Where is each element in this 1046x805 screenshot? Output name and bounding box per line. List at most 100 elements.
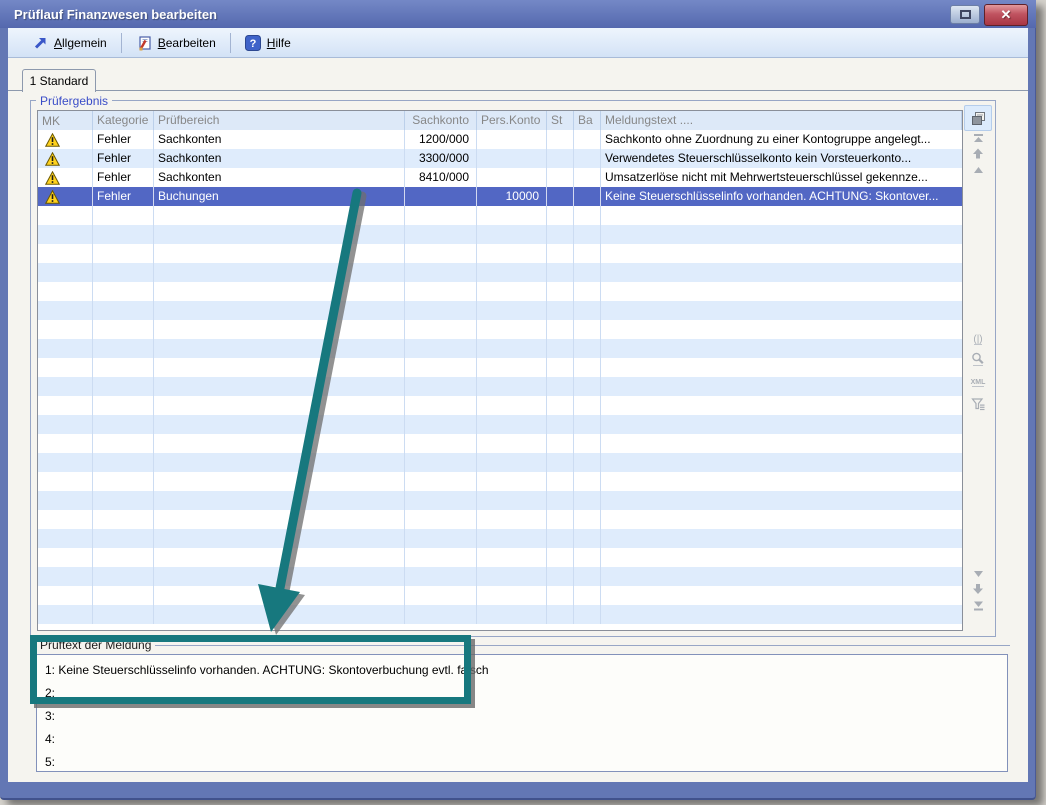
table-row[interactable]: FehlerSachkonten1200/000Sachkonto ohne Z… (38, 130, 962, 149)
scroll-to-bottom-icon[interactable] (966, 596, 990, 614)
message-line: 2: (37, 682, 1007, 705)
table-row-empty[interactable] (38, 529, 962, 548)
table-row-empty[interactable] (38, 320, 962, 339)
cell-mk (38, 586, 93, 605)
column-header-sachkonto[interactable]: Sachkonto (405, 111, 477, 130)
toolbar-item-bearbeiten[interactable]: Bearbeiten (128, 32, 224, 54)
toolbar-separator (121, 33, 122, 53)
table-row-empty[interactable] (38, 586, 962, 605)
tab-standard[interactable]: 1 Standard (22, 69, 96, 92)
message-textbox[interactable]: 1: Keine Steuerschlüsselinfo vorhanden. … (36, 654, 1008, 772)
copy-window-icon[interactable] (966, 109, 990, 127)
table-row-empty[interactable] (38, 415, 962, 434)
cell-mk (38, 510, 93, 529)
table-row-empty[interactable] (38, 225, 962, 244)
cell-ba (574, 434, 601, 453)
cell-mk (38, 396, 93, 415)
cell-sachkonto: 8410/000 (405, 168, 477, 187)
close-icon: ✕ (1001, 7, 1012, 23)
result-grid[interactable]: MK Kategorie Prüfbereich Sachkonto Pers.… (37, 110, 963, 631)
table-row-empty[interactable] (38, 282, 962, 301)
table-row[interactable]: FehlerSachkonten8410/000Umsatzerlöse nic… (38, 168, 962, 187)
table-row-empty[interactable] (38, 244, 962, 263)
cell-pruefbereich (154, 339, 405, 358)
column-header-perskonto[interactable]: Pers.Konto (477, 111, 547, 130)
cell-mk (38, 187, 93, 206)
cell-pruefbereich (154, 396, 405, 415)
cell-ba (574, 567, 601, 586)
cell-st (547, 434, 574, 453)
table-row-empty[interactable] (38, 206, 962, 225)
scroll-up-icon[interactable] (966, 161, 990, 179)
cell-ba (574, 586, 601, 605)
table-row-empty[interactable] (38, 339, 962, 358)
edit-page-icon (136, 35, 152, 51)
table-row-empty[interactable] (38, 396, 962, 415)
table-row-empty[interactable] (38, 605, 962, 624)
column-header-kategorie[interactable]: Kategorie (93, 111, 154, 130)
filter-icon[interactable] (966, 395, 990, 413)
table-row-empty[interactable] (38, 510, 962, 529)
cell-pers_konto (477, 415, 547, 434)
cell-mk (38, 206, 93, 225)
cell-ba (574, 377, 601, 396)
restore-icon (960, 10, 971, 19)
cell-meldungstext (601, 263, 962, 282)
cell-kategorie (93, 320, 154, 339)
cell-mk (38, 472, 93, 491)
cell-sachkonto (405, 320, 477, 339)
cell-pers_konto (477, 529, 547, 548)
cell-mk (38, 377, 93, 396)
cell-sachkonto (405, 529, 477, 548)
table-row-empty[interactable] (38, 472, 962, 491)
cell-mk (38, 320, 93, 339)
cell-mk (38, 282, 93, 301)
cell-ba (574, 472, 601, 491)
table-row-empty[interactable] (38, 453, 962, 472)
table-row-empty[interactable] (38, 358, 962, 377)
cell-st (547, 377, 574, 396)
column-header-mk[interactable]: MK (38, 111, 93, 130)
cell-mk (38, 225, 93, 244)
table-row-empty[interactable] (38, 567, 962, 586)
table-row-empty[interactable] (38, 301, 962, 320)
toolbar-item-allgemein[interactable]: Allgemein (24, 32, 115, 54)
brackets-icon[interactable]: (|) (966, 331, 990, 349)
column-header-pruefbereich[interactable]: Prüfbereich (154, 111, 405, 130)
restore-button[interactable] (950, 5, 980, 24)
table-row-empty[interactable] (38, 434, 962, 453)
column-header-meldungstext[interactable]: Meldungstext .... (601, 111, 962, 130)
table-row[interactable]: FehlerBuchungen10000Keine Steuerschlüsse… (38, 187, 962, 206)
cell-kategorie: Fehler (93, 130, 154, 149)
cell-sachkonto (405, 263, 477, 282)
search-icon[interactable] (966, 350, 990, 368)
cell-meldungstext (601, 453, 962, 472)
cell-pers_konto (477, 491, 547, 510)
column-header-ba[interactable]: Ba (574, 111, 601, 130)
table-row-empty[interactable] (38, 263, 962, 282)
table-row-empty[interactable] (38, 377, 962, 396)
cell-kategorie (93, 225, 154, 244)
cell-meldungstext: Sachkonto ohne Zuordnung zu einer Kontog… (601, 130, 962, 149)
warning-icon (45, 152, 60, 166)
close-button[interactable]: ✕ (984, 4, 1028, 26)
xml-icon[interactable]: XML (966, 374, 990, 392)
cell-ba (574, 339, 601, 358)
table-row-empty[interactable] (38, 548, 962, 567)
column-header-st[interactable]: St (547, 111, 574, 130)
cell-meldungstext (601, 396, 962, 415)
cell-st (547, 453, 574, 472)
cell-sachkonto (405, 282, 477, 301)
cell-pers_konto (477, 548, 547, 567)
cell-meldungstext (601, 548, 962, 567)
table-row-empty[interactable] (38, 491, 962, 510)
cell-sachkonto (405, 472, 477, 491)
cell-st (547, 130, 574, 149)
table-row[interactable]: FehlerSachkonten3300/000Verwendetes Steu… (38, 149, 962, 168)
cell-kategorie (93, 453, 154, 472)
cell-st (547, 472, 574, 491)
svg-text:?: ? (249, 38, 256, 50)
cell-kategorie (93, 339, 154, 358)
toolbar-item-hilfe[interactable]: ? Hilfe (237, 32, 299, 54)
cell-pruefbereich (154, 320, 405, 339)
